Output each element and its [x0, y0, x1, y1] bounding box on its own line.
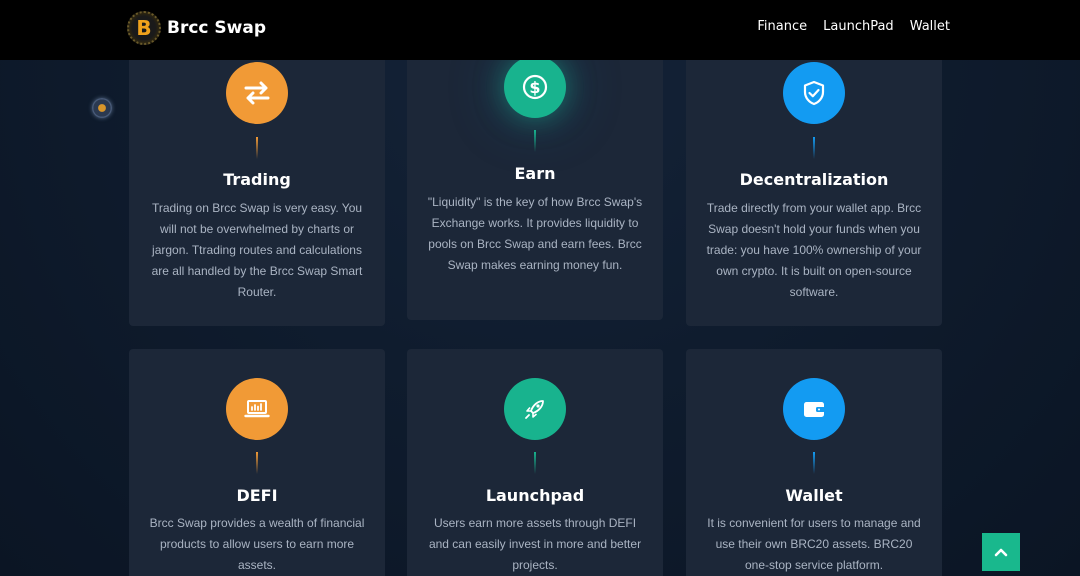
rocket-icon [504, 378, 566, 440]
nav-item-launchpad[interactable]: LaunchPad [823, 19, 894, 34]
feature-card-decentralization: Decentralization Trade directly from you… [686, 50, 942, 326]
scroll-to-top-button[interactable] [982, 533, 1020, 571]
card-description: Users earn more assets through DEFI and … [428, 516, 642, 572]
nav-item-wallet[interactable]: Wallet [910, 19, 950, 34]
nav-item-finance[interactable]: Finance [757, 19, 807, 34]
feature-card-defi: DEFI Brcc Swap provides a wealth of fina… [129, 349, 385, 576]
feature-card-earn: $ Earn "Liquidity" is the key of how Brc… [407, 50, 663, 320]
feature-card-wallet: Wallet It is convenient for users to man… [686, 349, 942, 576]
chevron-up-icon [994, 548, 1008, 557]
card-title: Wallet [785, 486, 843, 505]
card-description: Brcc Swap provides a wealth of financial… [149, 516, 365, 572]
shield-check-icon [783, 62, 845, 124]
laptop-chart-icon [226, 378, 288, 440]
brcc-logo-icon: B [127, 11, 161, 45]
card-description: Trading on Brcc Swap is very easy. You w… [151, 201, 363, 299]
card-description: Trade directly from your wallet app. Brc… [706, 201, 922, 299]
card-description: It is convenient for users to manage and… [707, 516, 921, 572]
card-title: DEFI [236, 486, 278, 505]
connector-line [534, 452, 536, 474]
brand-name: Brcc Swap [167, 18, 267, 38]
dollar-coin-icon: $ [504, 56, 566, 118]
swap-arrows-icon [226, 62, 288, 124]
connector-line [813, 137, 815, 159]
feature-card-trading: Trading Trading on Brcc Swap is very eas… [129, 50, 385, 326]
connector-line [256, 137, 258, 159]
card-title: Earn [514, 164, 556, 183]
logo-letter: B [136, 16, 152, 40]
card-title: Decentralization [739, 170, 889, 189]
connector-line [256, 452, 258, 474]
connector-line [534, 130, 536, 152]
svg-text:$: $ [529, 78, 540, 97]
side-coin-icon [92, 98, 112, 118]
top-navbar: B Brcc Swap Finance LaunchPad Wallet [0, 0, 1080, 60]
card-description: "Liquidity" is the key of how Brcc Swap'… [427, 195, 643, 272]
card-title: Trading [223, 170, 291, 189]
connector-line [813, 452, 815, 474]
nav-links: Finance LaunchPad Wallet [757, 19, 950, 34]
wallet-icon [783, 378, 845, 440]
card-title: Launchpad [485, 486, 585, 505]
brand[interactable]: B Brcc Swap [127, 11, 266, 45]
feature-card-launchpad: Launchpad Users earn more assets through… [407, 349, 663, 576]
